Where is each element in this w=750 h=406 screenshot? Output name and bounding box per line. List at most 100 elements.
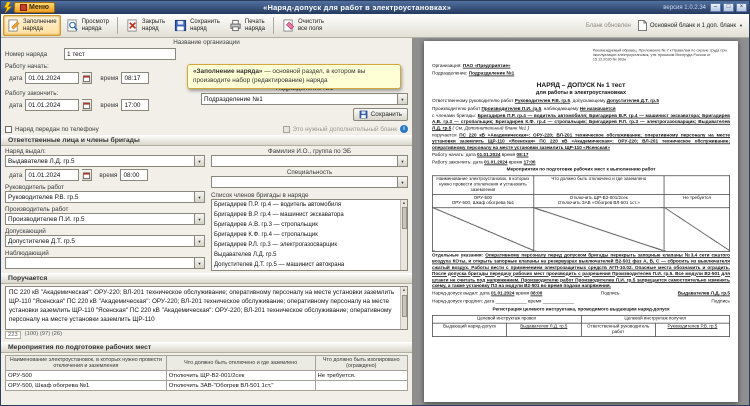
finish-date-input[interactable]: 01.01.2024 (25, 99, 80, 111)
menu-grid-icon (20, 4, 27, 11)
list-item[interactable]: Допустителев Д.Т. гр.5 — машинист автокр… (212, 260, 400, 270)
observer-combo[interactable]: ▼ (5, 257, 205, 269)
date-label: дата (9, 171, 23, 179)
scroll-thumb[interactable] (401, 207, 407, 229)
assignment-section-header: Поручается (1, 273, 412, 284)
measures-col1-header: Наименование электроустановок, в которых… (5, 354, 167, 372)
name-group-combo[interactable]: ▼ (211, 155, 408, 167)
list-item[interactable]: Бригадирев А.В. гр.3 — стропальщик (212, 220, 400, 230)
blank-selector[interactable]: Основной бланк и 1 доп. бланк ▼ (637, 20, 743, 31)
finish-time-input[interactable]: 17:00 (121, 99, 150, 111)
close-button[interactable]: × (736, 3, 747, 12)
print-order-button[interactable]: Печать наряда (225, 15, 269, 36)
issued-by-combo[interactable]: Выдавателев Л.Д. гр.5 ▼ (5, 155, 205, 167)
chevron-down-icon: ▼ (194, 236, 204, 246)
admitter-label: Допускающий (5, 228, 46, 235)
document-line: Работу начать: дата 01.01.2024 время 08:… (432, 153, 529, 158)
chevron-down-icon: ▼ (397, 94, 407, 104)
document-reg-table: Целевой инструктаж провел Целевой инстру… (431, 315, 730, 337)
toolbar-separator (272, 17, 274, 34)
table-row[interactable]: ОРУ-500 Отключить ЩР-В2-001/2сек Не треб… (5, 370, 409, 382)
issued-time-input[interactable]: 08:00 (120, 169, 149, 181)
issued-date-input[interactable]: 01.01.2024 (25, 169, 80, 181)
chevron-down-icon: ▼ (194, 258, 204, 268)
minimize-button[interactable]: – (710, 3, 721, 12)
brigade-listbox[interactable]: Бригадирев П.Р. гр.4 — водитель автомоби… (211, 199, 408, 271)
clear-fields-button[interactable]: Очистить все поля (278, 15, 328, 36)
list-item[interactable]: Выдавателев Л.Д. гр.5 (212, 250, 400, 260)
char-counter: 223 (100) (97) (26) (5, 330, 408, 340)
producer-label: Производитель работ (5, 206, 69, 213)
extra-blank-checkbox[interactable] (282, 125, 290, 133)
toolbar-separator (116, 17, 118, 34)
supervisor-combo[interactable]: Руководителев Р.В. гр.5 ▼ (5, 191, 205, 203)
list-item[interactable]: Бригадирев В.Р. гр.4 — машинист экскават… (212, 210, 400, 220)
document-content: Рекомендуемый образец. Приложение № 7 к … (431, 49, 730, 337)
blank-status-label: Бланк обновлен (585, 22, 631, 29)
view-order-button[interactable]: Просмотр наряда (62, 15, 113, 36)
document-preview-panel: Рекомендуемый образец. Приложение № 7 к … (413, 38, 749, 405)
responsible-section-header: Ответственные лица и члены бригады (1, 135, 412, 146)
specialty-caption: Специальность (286, 169, 333, 176)
time-label: время (99, 171, 118, 179)
calendar-button[interactable] (82, 72, 93, 84)
issued-by-label: Наряд выдал: (5, 148, 46, 155)
scroll-up-icon[interactable]: ▲ (402, 200, 406, 205)
list-item[interactable]: Бригадирев П.Р. гр.4 — водитель автомоби… (212, 200, 400, 210)
menu-button[interactable]: Меню (14, 2, 55, 13)
document-reg-title: Регистрация целевого инструктажа, провод… (492, 307, 670, 313)
save-order-button[interactable]: Сохранить наряд (170, 15, 224, 36)
scroll-up-icon[interactable]: ▲ (402, 287, 406, 293)
version-label: версия 1.0.2.34 (663, 4, 706, 11)
time-label: время (100, 101, 119, 109)
maximize-button[interactable]: □ (723, 3, 734, 12)
document-extended-line: Наряд-допуск продлил: дата ____________ … (432, 299, 730, 305)
observer-label: Наблюдающий (5, 250, 49, 257)
document-page: Рекомендуемый образец. Приложение № 7 к … (424, 41, 738, 402)
scrollbar[interactable]: ▲ (400, 200, 407, 270)
title-bar: Меню «Наряд-допуск для работ в электроус… (1, 1, 749, 14)
assignment-textarea[interactable]: ПС 220 кВ "Академическая": ОРУ-220; ВЛ-2… (5, 286, 408, 330)
producer-combo[interactable]: Производителев П.И. гр.5 ▼ (5, 213, 205, 225)
fill-order-button[interactable]: Заполнение наряда (3, 15, 61, 36)
list-item[interactable]: Бригадирев К.Ф. гр.4 — стропальщик (212, 230, 400, 240)
floppy-icon (359, 110, 368, 119)
date-label: дата (9, 101, 23, 109)
chevron-down-icon: ▼ (194, 192, 204, 202)
document-note: Рекомендуемый образец. Приложение № 7 к … (592, 49, 727, 63)
measures-section-header: Мероприятия по подготовке рабочих мест (1, 342, 412, 353)
calendar-button[interactable] (82, 99, 93, 111)
order-number-input[interactable]: 1 тест (64, 48, 176, 60)
info-icon[interactable]: i (400, 125, 408, 133)
document-special-instructions: Отдельные указания: Оперативному персона… (432, 253, 730, 289)
window-title: «Наряд-допуск для работ в электроустанов… (263, 3, 452, 12)
save-small-button[interactable]: Сохранить (352, 108, 408, 121)
empty-crossed-cell (432, 207, 534, 252)
save-order-icon (174, 19, 187, 32)
measures-col2-header: Что должно быть отключено и где заземлен… (165, 354, 316, 372)
clear-fields-icon (282, 19, 295, 32)
scroll-thumb[interactable] (401, 294, 407, 317)
start-date-input[interactable]: 01.01.2024 (25, 72, 80, 84)
document-line: с членами бригады: Бригадирев П.Р. гр.4 … (432, 113, 730, 131)
app-icon (2, 2, 13, 13)
calendar-button[interactable] (82, 169, 93, 181)
document-issued-line: Наряд-допуск выдал: дата 01.01.2024 врем… (432, 291, 730, 297)
measures-table: Наименование электроустановок, в которых… (5, 354, 409, 392)
list-item[interactable]: Бригадирев Р.Л. гр.3 — электрогазосварщи… (212, 240, 400, 250)
blank-page-icon (637, 20, 647, 31)
close-order-button[interactable]: Закрыть наряд (122, 15, 169, 36)
fill-order-icon (7, 19, 20, 32)
specialty-combo[interactable]: ▼ (211, 176, 408, 188)
start-time-input[interactable]: 08:17 (121, 72, 150, 84)
document-org-value: ПАО «Предприятие» (462, 64, 511, 69)
phone-checkbox[interactable] (5, 125, 12, 133)
app-window: Меню «Наряд-допуск для работ в электроус… (0, 0, 750, 406)
document-measures-table: Наименование электроустановок, в которых… (432, 175, 730, 252)
department-combo[interactable]: Подразделение №1 ▼ (201, 93, 408, 105)
table-row[interactable]: ОРУ-500, Шкаф обогрева №1 Отключить ЗАВ-… (5, 380, 409, 392)
admitter-combo[interactable]: Допустителев Д.Т. гр.5 ▼ (5, 235, 205, 247)
scrollbar[interactable]: ▲ (400, 287, 407, 329)
empty-crossed-cell (533, 207, 665, 252)
work-start-label: Работу начать: (5, 63, 49, 70)
